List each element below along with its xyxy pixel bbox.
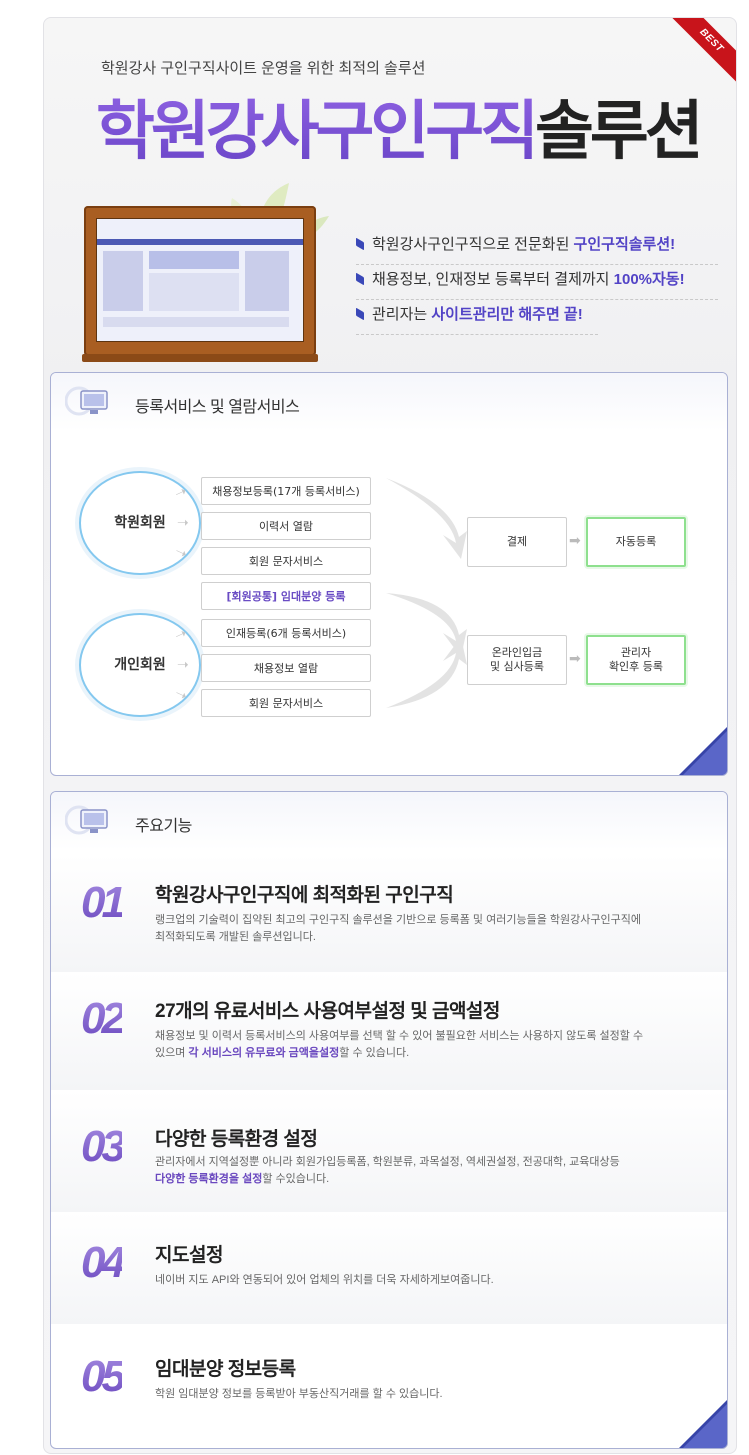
feature-title: 임대분양 정보등록 [155,1359,296,1380]
best-badge: BEST [664,18,736,88]
feature-title: 지도설정 [155,1245,223,1266]
section-header: 주요기능 [51,792,727,850]
service-item: 회원 문자서비스 [201,547,371,575]
feature-number: 01 [81,878,126,927]
feature-item: 04 지도설정 네이버 지도 API와 연동되어 있어 업체의 위치를 더욱 자… [51,1212,727,1324]
corner-decoration [679,1400,727,1448]
bullet-icon [356,307,364,321]
feature-title: 다양한 등록환경 설정 [155,1129,318,1150]
feature-desc: 랭크업의 기술력이 집약된 최고의 구인구직 솔루션을 기반으로 등록폼 및 여… [155,914,641,943]
feature-title: 학원강사구인구직에 최적화된 구인구직 [155,885,454,906]
hero-title-black: 솔루션 [535,95,704,169]
monitor-icon [65,805,108,835]
common-service-item: [회원공통] 임대분양 등록 [201,582,371,610]
section-header: 등록서비스 및 열람서비스 [51,373,727,431]
service-item: 인재등록(6개 등록서비스) [201,619,371,647]
feature-item: 05 임대분양 정보등록 학원 임대분양 정보를 등록받아 부동산직거래를 할 … [51,1324,727,1448]
feature-number: 03 [81,1122,126,1171]
service-item: 채용정보 열람 [201,654,371,682]
arrow-icon: ➝ [177,515,189,531]
bullet-icon [356,272,364,286]
hero-subtitle: 학원강사 구인구직사이트 운영을 위한 최적의 솔루션 [101,60,426,77]
feature-desc: 채용정보 및 이력서 등록서비스의 사용여부를 선택 할 수 있어 불필요한 서… [155,1030,644,1059]
feature-item: 03 다양한 등록환경 설정 관리자에서 지역설정뿐 아니라 회원가입등록폼, … [51,1090,727,1212]
feature-desc: 네이버 지도 API와 연동되어 있어 업체의 위치를 더욱 자세하게보여줍니다… [155,1274,494,1286]
section-title: 주요기능 [135,818,192,835]
site-preview-image [96,218,304,342]
monitor-icon [65,386,108,416]
main-features-box: 주요기능 01 학원강사구인구직에 최적화된 구인구직 랭크업의 기술력이 집약… [50,791,728,1449]
feature-desc: 관리자에서 지역설정뿐 아니라 회원가입등록폼, 학원분류, 과목설정, 역세권… [155,1156,620,1185]
bullet-item: 학원강사구인구직으로 전문화된 구인구직솔루션! [356,230,718,265]
arrow-right-icon: ➡ [569,533,581,549]
hero-title-purple: 학원강사구인구직 [96,95,539,169]
service-flow-box: 등록서비스 및 열람서비스 학원회원 개인회원 ➝ ➝ ➝ ➝ ➝ ➝ 채용정보… [50,372,728,776]
feature-item: 02 27개의 유료서비스 사용여부설정 및 금액설정 채용정보 및 이력서 등… [51,972,727,1090]
page: BEST 학원강사 구인구직사이트 운영을 위한 최적의 솔루션 학원강사구인구… [0,0,749,1455]
merge-arrows [386,478,467,708]
chalkboard-screenshot [82,206,318,362]
hero-title: 학원강사구인구직솔루션 [96,80,704,172]
bullet-item: 채용정보, 인재정보 등록부터 결제까지 100%자동! [356,265,718,300]
payment-box: 결제 [467,517,567,567]
service-item: 채용정보등록(17개 등록서비스) [201,477,371,505]
corner-decoration [679,727,727,775]
feature-number: 02 [81,994,126,1043]
arrow-right-icon: ➡ [569,651,581,667]
auto-register-box: 자동등록 [586,517,686,567]
bullet-icon [356,237,364,251]
solution-panel: BEST 학원강사 구인구직사이트 운영을 위한 최적의 솔루션 학원강사구인구… [43,17,737,1454]
bullet-item: 관리자는 사이트관리만 해주면 끝! [356,300,598,335]
online-deposit-box: 온라인입금 및 심사등록 [467,635,567,685]
feature-bullets: 학원강사구인구직으로 전문화된 구인구직솔루션! 채용정보, 인재정보 등록부터… [356,230,718,335]
feature-item: 01 학원강사구인구직에 최적화된 구인구직 랭크업의 기술력이 집약된 최고의… [51,854,727,972]
admin-approve-box: 관리자 확인후 등록 [586,635,686,685]
feature-number: 05 [81,1352,126,1401]
arrow-icon: ➝ [177,657,189,673]
feature-title: 27개의 유료서비스 사용여부설정 및 금액설정 [155,1001,500,1022]
service-item: 회원 문자서비스 [201,689,371,717]
feature-desc: 학원 임대분양 정보를 등록받아 부동산직거래를 할 수 있습니다. [155,1388,443,1400]
section-title: 등록서비스 및 열람서비스 [135,399,300,416]
service-item: 이력서 열람 [201,512,371,540]
feature-number: 04 [81,1238,126,1287]
